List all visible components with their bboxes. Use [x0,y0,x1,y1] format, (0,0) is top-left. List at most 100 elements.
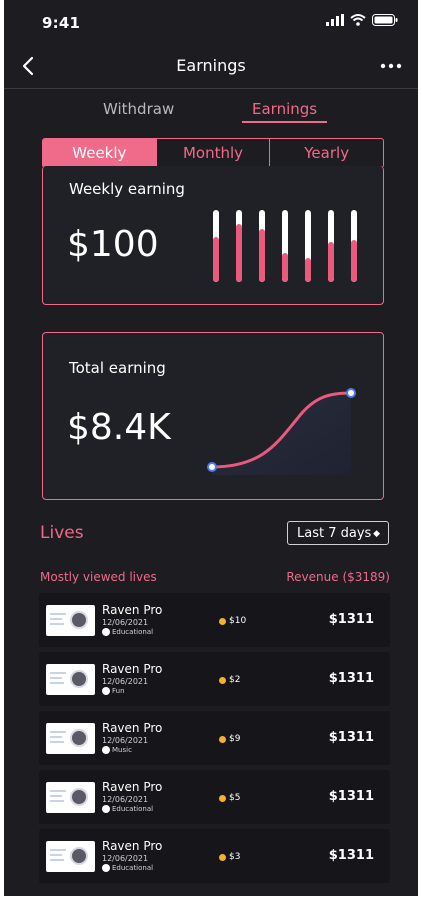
weekly-bar [259,210,265,282]
live-thumbnail [46,664,95,695]
weekly-bar [351,210,357,282]
period-segmented-control: Weekly Monthly Yearly [42,138,384,168]
live-date: 12/06/2021 [102,795,149,804]
live-revenue: $1311 [328,789,374,804]
avatar [70,847,88,865]
live-category-label: Fun [112,687,125,695]
revenue-header: Revenue ($3189) [286,570,390,584]
coin-earning: $5 [219,793,240,803]
weekly-bar-fill [328,242,334,282]
globe-icon [102,628,110,636]
curve-end-point [346,388,356,398]
segment-weekly[interactable]: Weekly [43,139,156,167]
coin-icon [219,735,226,743]
live-category: Educational [102,628,153,636]
list-item[interactable]: Raven Pro 12/06/2021 Educational $3 $131… [39,829,390,883]
avatar [70,788,88,806]
list-item[interactable]: Raven Pro 12/06/2021 Fun $2 $1311 [39,652,390,706]
mostly-viewed-header: Mostly viewed lives [40,570,157,584]
weekly-bar [213,210,219,282]
more-options-icon[interactable] [380,56,402,76]
list-item[interactable]: Raven Pro 12/06/2021 Educational $5 $131… [39,770,390,824]
status-bar: 9:41 [4,0,418,44]
live-category-label: Educational [112,805,154,813]
weekly-bar-fill [351,240,357,282]
coin-amount: $5 [229,793,241,803]
live-revenue: $1311 [328,671,374,686]
coin-icon [219,676,226,684]
live-date: 12/06/2021 [102,854,149,863]
lives-title: Lives [40,523,84,543]
total-earning-title: Total earning [69,359,166,377]
weekly-bars [213,210,363,282]
list-item[interactable]: Raven Pro 12/06/2021 Educational $10 $13… [39,593,390,647]
tab-earnings[interactable]: Earnings [242,100,328,123]
list-item[interactable]: Raven Pro 12/06/2021 Music $9 $1311 [39,711,390,765]
coin-amount: $9 [229,734,241,744]
globe-icon [102,687,110,695]
live-category: Music [102,746,132,754]
period-filter-dropdown[interactable]: Last 7 days ◆ [287,521,389,545]
avatar [70,729,88,747]
weekly-earning-title: Weekly earning [69,180,185,198]
live-name: Raven Pro [102,662,163,676]
live-name: Raven Pro [102,780,163,794]
coin-earning: $3 [219,852,240,862]
app-bar: Earnings [4,44,418,89]
signal-icon [326,14,344,26]
live-category: Fun [102,687,125,695]
coin-earning: $2 [219,675,240,685]
live-thumbnail [46,723,95,754]
live-thumbnail [46,782,95,813]
weekly-bar-fill [213,237,219,282]
coin-icon [219,617,226,625]
coin-icon [219,794,226,802]
live-revenue: $1311 [328,848,374,863]
status-time: 9:41 [42,14,81,32]
live-name: Raven Pro [102,839,163,853]
segment-monthly[interactable]: Monthly [155,139,270,167]
live-category-label: Educational [112,628,154,636]
top-tabs: Withdraw Earnings [4,100,418,128]
live-revenue: $1311 [328,730,374,745]
live-name: Raven Pro [102,721,163,735]
battery-icon [372,14,398,26]
weekly-bar-fill [236,224,242,282]
live-thumbnail [46,841,95,872]
coin-icon [219,853,226,861]
weekly-bar-fill [305,258,311,282]
tab-withdraw[interactable]: Withdraw [103,100,174,118]
weekly-earning-card: Weekly earning $100 [42,166,384,305]
live-category: Educational [102,805,153,813]
live-revenue: $1311 [328,612,374,627]
globe-icon [102,864,110,872]
live-name: Raven Pro [102,603,163,617]
globe-icon [102,746,110,754]
coin-amount: $10 [229,616,247,626]
live-category-label: Music [112,746,132,754]
weekly-bar [305,210,311,282]
status-icons [326,14,398,26]
weekly-bar-fill [282,253,288,282]
total-earning-curve [207,388,356,475]
total-earning-value: $8.4K [67,407,171,448]
live-category-label: Educational [112,864,154,872]
total-earning-card: Total earning $8.4K [42,332,384,500]
avatar [70,611,88,629]
weekly-bar [328,210,334,282]
live-category: Educational [102,864,153,872]
live-thumbnail [46,605,95,636]
live-date: 12/06/2021 [102,618,149,627]
segment-yearly[interactable]: Yearly [269,139,383,167]
wifi-icon [350,14,366,26]
globe-icon [102,805,110,813]
weekly-earning-value: $100 [67,224,159,265]
live-date: 12/06/2021 [102,736,149,745]
weekly-bar-fill [259,228,265,282]
live-date: 12/06/2021 [102,677,149,686]
weekly-bar [282,210,288,282]
sort-caret-icon: ◆ [373,529,380,539]
coin-amount: $3 [229,852,241,862]
phone-screen: 9:41 Earnings Withdraw Earnings Weekly M… [4,0,418,896]
coin-earning: $10 [219,616,246,626]
